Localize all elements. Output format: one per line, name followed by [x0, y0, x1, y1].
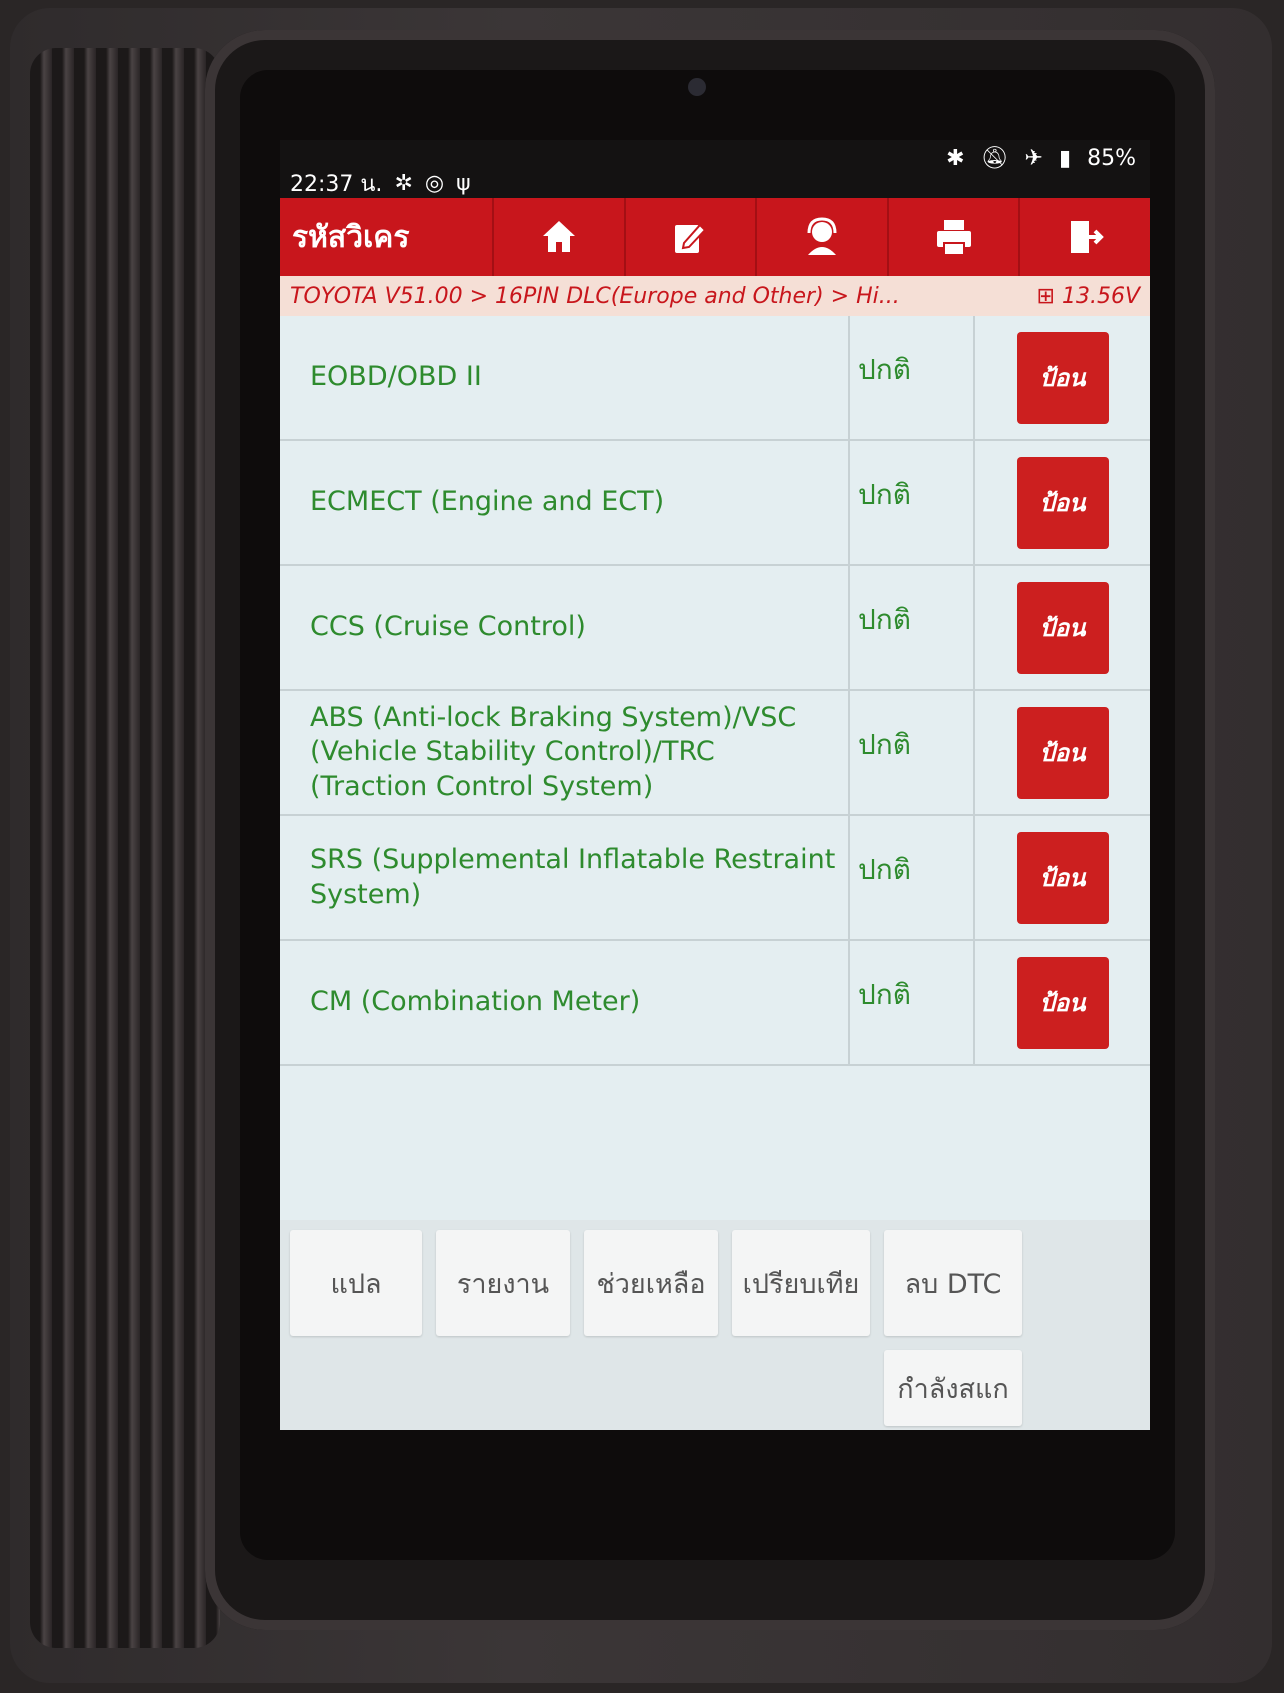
system-status: ปกติ — [850, 941, 975, 1064]
status-left: 22:37 น. ✲ ◎ ψ — [290, 166, 471, 201]
action-cell: ป้อน — [975, 316, 1150, 439]
breadcrumb: TOYOTA V51.00 > 16PIN DLC(Europe and Oth… — [280, 276, 1150, 316]
breadcrumb-path: TOYOTA V51.00 > 16PIN DLC(Europe and Oth… — [290, 283, 900, 309]
print-icon — [936, 220, 971, 256]
status-right: ✱ 🔕︎ ✈ ▮ 85% — [946, 146, 1136, 171]
table-row: ABS (Anti-lock Braking System)/VSC (Vehi… — [280, 691, 1150, 816]
system-status: ปกติ — [850, 316, 975, 439]
enter-button[interactable]: ป้อน — [1016, 956, 1109, 1049]
table-row: CM (Combination Meter) ปกติ ป้อน — [280, 941, 1150, 1066]
system-name: CM (Combination Meter) — [280, 941, 850, 1064]
enter-button[interactable]: ป้อน — [1016, 456, 1109, 549]
translate-button[interactable]: แปล — [290, 1230, 422, 1336]
usb-status-icon: ψ — [456, 171, 471, 196]
clear-dtc-button[interactable]: ลบ DTC — [884, 1230, 1022, 1336]
enter-button[interactable]: ป้อน — [1016, 831, 1109, 924]
settings-status-icon: ✲ — [394, 171, 413, 196]
home-button[interactable] — [492, 198, 624, 276]
app-screen: 22:37 น. ✲ ◎ ψ ✱ 🔕︎ ✈ ▮ 85% รหัสวิเคร TO… — [280, 140, 1150, 1430]
support-button[interactable] — [755, 198, 887, 276]
table-row: SRS (Supplemental Inflatable Restraint S… — [280, 816, 1150, 941]
system-status: ปกติ — [850, 441, 975, 564]
report-button[interactable]: รายงาน — [436, 1230, 570, 1336]
system-name: CCS (Cruise Control) — [280, 566, 850, 689]
action-cell: ป้อน — [975, 816, 1150, 939]
system-status: ปกติ — [850, 566, 975, 689]
enter-button[interactable]: ป้อน — [1016, 331, 1109, 424]
compare-button[interactable]: เปรียบเทีย — [732, 1230, 870, 1336]
action-cell: ป้อน — [975, 941, 1150, 1064]
edit-button[interactable] — [623, 198, 756, 276]
system-list: EOBD/OBD II ปกติ ป้อน ECMECT (Engine and… — [280, 316, 1150, 1066]
exit-button[interactable] — [1018, 198, 1150, 276]
bluetooth-icon: ✱ — [946, 146, 965, 171]
help-button[interactable]: ช่วยเหลือ — [584, 1230, 718, 1336]
action-cell: ป้อน — [975, 441, 1150, 564]
table-row: CCS (Cruise Control) ปกติ ป้อน — [280, 566, 1150, 691]
battery-voltage-icon: ⊞ — [1036, 283, 1055, 309]
top-toolbar: รหัสวิเคร — [280, 198, 1150, 276]
action-cell: ป้อน — [975, 566, 1150, 689]
mute-icon: 🔕︎ — [980, 146, 1009, 171]
scan-status-icon: ◎ — [424, 171, 445, 196]
exit-icon — [1071, 221, 1105, 253]
camera-lens — [688, 78, 706, 96]
system-status: ปกติ — [850, 691, 975, 814]
support-icon — [807, 217, 837, 255]
table-row: EOBD/OBD II ปกติ ป้อน — [280, 316, 1150, 441]
page-title: รหัสวิเคร — [292, 219, 410, 255]
action-cell: ป้อน — [975, 691, 1150, 814]
status-bar: 22:37 น. ✲ ◎ ψ ✱ 🔕︎ ✈ ▮ 85% — [280, 140, 1150, 198]
system-name: EOBD/OBD II — [280, 316, 850, 439]
voltage-value: 13.56V — [1061, 283, 1140, 309]
battery-icon: ▮ — [1058, 146, 1072, 171]
system-status: ปกติ — [850, 816, 975, 939]
system-name: ECMECT (Engine and ECT) — [280, 441, 850, 564]
system-name: ABS (Anti-lock Braking System)/VSC (Vehi… — [280, 691, 850, 814]
table-row: ECMECT (Engine and ECT) ปกติ ป้อน — [280, 441, 1150, 566]
print-button[interactable] — [886, 198, 1019, 276]
enter-button[interactable]: ป้อน — [1016, 706, 1109, 799]
rubber-grip — [30, 48, 220, 1648]
footer-toolbar: แปล รายงาน ช่วยเหลือ เปรียบเทีย ลบ DTC ก… — [280, 1220, 1150, 1430]
airplane-icon: ✈ — [1024, 146, 1043, 171]
system-name: SRS (Supplemental Inflatable Restraint S… — [280, 816, 850, 939]
clock: 22:37 น. — [290, 172, 383, 197]
voltage-readout: ⊞ 13.56V — [1037, 284, 1140, 309]
home-icon — [542, 221, 575, 252]
edit-icon — [675, 223, 707, 253]
enter-button[interactable]: ป้อน — [1016, 581, 1109, 674]
battery-level: 85% — [1087, 146, 1136, 171]
scan-button[interactable]: กำลังสแก — [884, 1350, 1022, 1426]
